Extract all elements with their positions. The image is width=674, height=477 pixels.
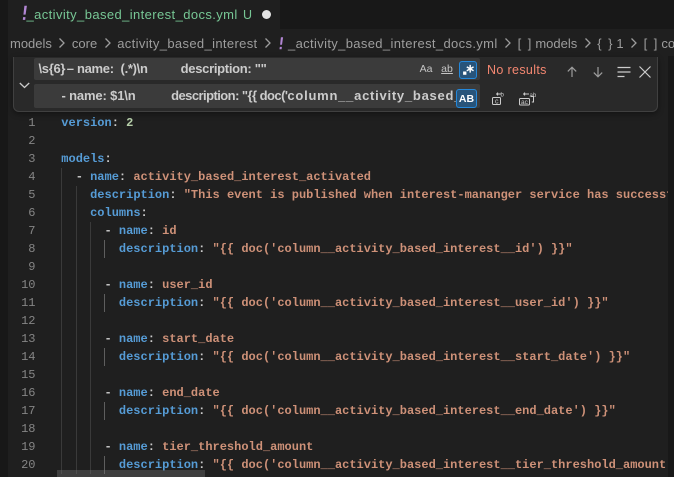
svg-text:b: b	[501, 92, 505, 98]
svg-text:ab: ab	[530, 92, 537, 98]
svg-text:c: c	[495, 98, 499, 105]
svg-text:ac: ac	[521, 98, 529, 105]
